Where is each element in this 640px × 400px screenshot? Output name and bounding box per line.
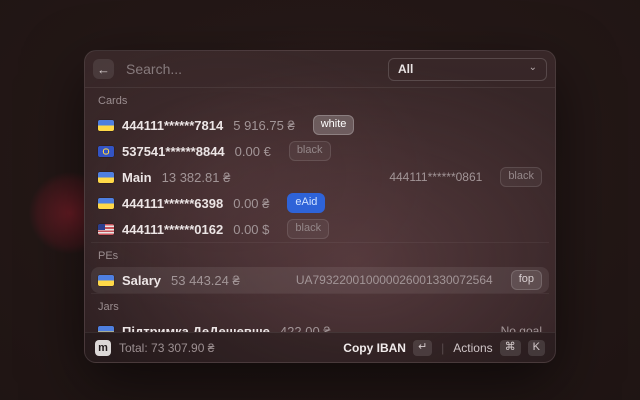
list-item[interactable]: Salary 53 443.24 ₴ UA7932200100000260013… (91, 267, 549, 293)
item-amount: 0.00 ₴ (233, 196, 269, 211)
footer-actions: Copy IBAN ↵ | Actions ⌘ K (343, 340, 545, 356)
search-bar: ← All ⌄ (85, 51, 555, 88)
item-secondary-text: UA793220010000026001330072564 (296, 273, 493, 287)
item-badge: white (313, 115, 355, 135)
back-button[interactable]: ← (93, 59, 114, 79)
section: PEs Salary 53 443.24 ₴ UA793220010000026… (91, 242, 549, 293)
copy-iban-button[interactable]: Copy IBAN (343, 341, 406, 355)
list-item[interactable]: 444111******7814 5 916.75 ₴ white (91, 112, 549, 138)
section: Cards 444111******7814 5 916.75 ₴ white … (91, 88, 549, 242)
section-header: Cards (91, 88, 549, 112)
k-key-icon: K (528, 340, 545, 356)
flag-icon (98, 275, 114, 286)
section: Jars Підтримка ДеДешевше 422.00 ₴ No goa… (91, 293, 549, 332)
item-title: Підтримка ДеДешевше (122, 324, 270, 333)
item-badge: eAid (287, 193, 325, 213)
section-header: Jars (91, 294, 549, 318)
section-header: PEs (91, 243, 549, 267)
section-rows: 444111******7814 5 916.75 ₴ white 537541… (91, 112, 549, 242)
list-item[interactable]: 537541******8844 0.00 € black (91, 138, 549, 164)
item-amount: 422.00 ₴ (280, 324, 331, 333)
flag-icon (98, 120, 114, 131)
item-amount: 53 443.24 ₴ (171, 273, 240, 288)
flag-icon (98, 224, 114, 235)
item-title: 537541******8844 (122, 144, 225, 159)
section-rows: Підтримка ДеДешевше 422.00 ₴ No goal (91, 318, 549, 332)
item-amount: 5 916.75 ₴ (233, 118, 294, 133)
actions-button[interactable]: Actions (453, 341, 492, 355)
item-badge: fop (511, 270, 542, 290)
item-amount: 0.00 € (235, 144, 271, 159)
item-badge: black (500, 167, 542, 187)
item-secondary-text: 444111******0861 (389, 170, 482, 184)
item-title: Salary (122, 273, 161, 288)
chevron-down-icon: ⌄ (529, 62, 537, 73)
footer-bar: m Total: 73 307.90 ₴ Copy IBAN ↵ | Actio… (85, 332, 555, 362)
item-badge: black (287, 219, 329, 239)
flag-icon (98, 146, 114, 157)
filter-dropdown[interactable]: All ⌄ (388, 58, 547, 81)
enter-key-icon: ↵ (413, 340, 432, 356)
item-title: Main (122, 170, 152, 185)
monobank-logo-icon: m (95, 340, 111, 356)
footer-separator: | (441, 341, 444, 355)
filter-dropdown-value: All (398, 62, 523, 76)
item-title: 444111******7814 (122, 118, 223, 133)
list-item[interactable]: 444111******0162 0.00 $ black (91, 216, 549, 242)
results-list: Cards 444111******7814 5 916.75 ₴ white … (85, 88, 555, 332)
section-rows: Salary 53 443.24 ₴ UA7932200100000260013… (91, 267, 549, 293)
item-secondary-text: No goal (501, 324, 542, 332)
cmd-key-icon: ⌘ (500, 340, 521, 356)
flag-icon (98, 198, 114, 209)
item-badge: black (289, 141, 331, 161)
flag-icon (98, 172, 114, 183)
item-title: 444111******0162 (122, 222, 223, 237)
list-item[interactable]: 444111******6398 0.00 ₴ eAid (91, 190, 549, 216)
search-input[interactable] (124, 60, 378, 78)
item-amount: 13 382.81 ₴ (162, 170, 231, 185)
item-amount: 0.00 $ (233, 222, 269, 237)
item-title: 444111******6398 (122, 196, 223, 211)
list-item[interactable]: Підтримка ДеДешевше 422.00 ₴ No goal (91, 318, 549, 332)
command-palette-window: ← All ⌄ Cards 444111******7814 5 916.75 … (84, 50, 556, 363)
list-item[interactable]: Main 13 382.81 ₴ 444111******0861 black (91, 164, 549, 190)
total-balance: Total: 73 307.90 ₴ (119, 341, 214, 355)
